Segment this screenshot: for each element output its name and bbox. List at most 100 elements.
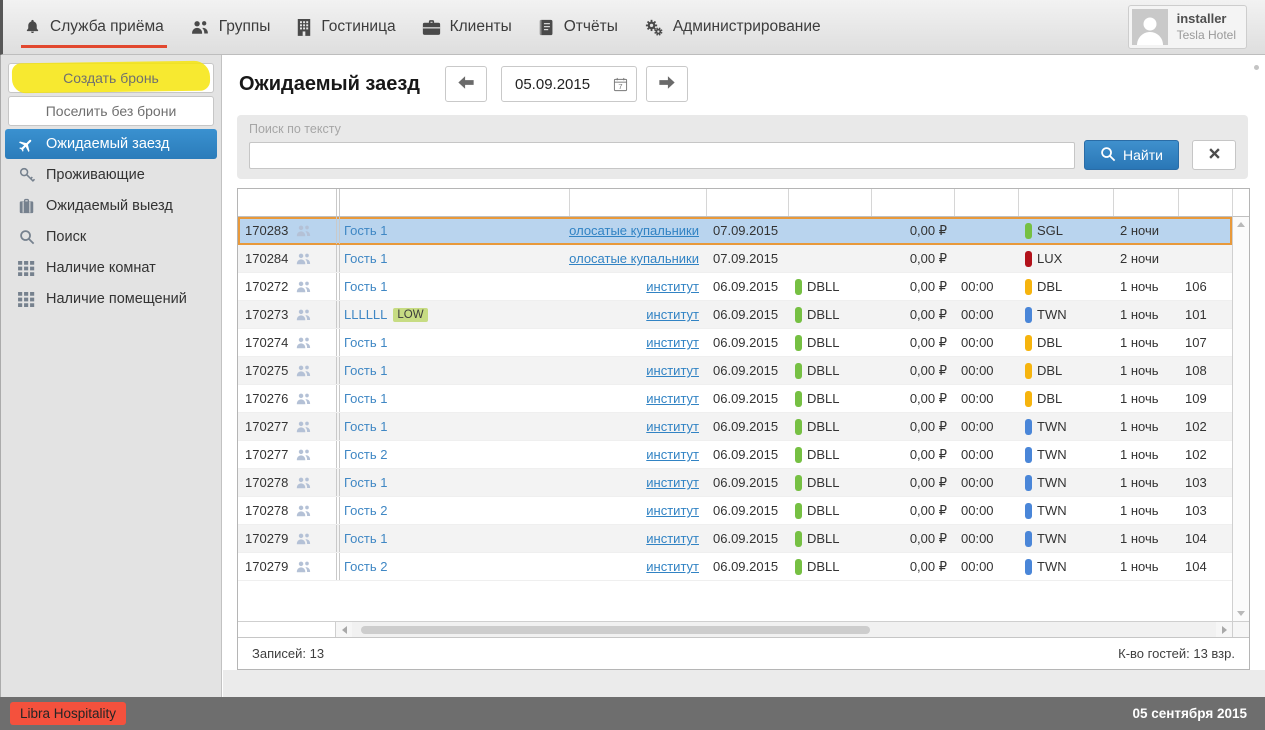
room-type-color-pill [1025, 559, 1032, 575]
close-icon [1208, 147, 1221, 163]
column-header[interactable] [1178, 189, 1232, 216]
user-panel[interactable]: installer Tesla Hotel [1128, 5, 1247, 49]
topnav-item[interactable]: Группы [177, 0, 284, 54]
scroll-left-button[interactable] [336, 622, 352, 637]
horizontal-scrollbar-thumb[interactable] [361, 626, 871, 634]
table-row[interactable]: 170278 Гость 2 институт 06.09.2015 [238, 497, 1232, 525]
table-status-bar: Записей: 13 К-во гостей: 13 взр. [238, 637, 1249, 669]
sidebar-item[interactable]: Наличие комнат [5, 253, 217, 283]
date-field[interactable]: 05.09.2015 7 [501, 66, 637, 102]
arrival-time: 00:00 [954, 357, 1018, 384]
topnav-item[interactable]: Администрирование [631, 0, 834, 54]
departure-date: 07.09.2015 [706, 245, 788, 272]
table-row[interactable]: 170273 LLLLLL LOW институт 06.09.2015 [238, 301, 1232, 329]
room-type-color-pill [1025, 279, 1032, 295]
group-link[interactable]: Полосатые купальники [569, 223, 699, 238]
avatar [1132, 9, 1168, 45]
column-header[interactable] [1113, 189, 1178, 216]
column-header[interactable] [706, 189, 788, 216]
guest-name[interactable]: Гость 1 [344, 279, 387, 294]
topnav-item[interactable]: Служба приёма [11, 0, 177, 54]
column-header[interactable] [954, 189, 1018, 216]
group-link[interactable]: институт [646, 307, 699, 322]
column-header[interactable] [1018, 189, 1113, 216]
page-scroll-up-icon[interactable] [1254, 65, 1259, 70]
guest-name[interactable]: Гость 1 [344, 251, 387, 266]
sidebar-item[interactable]: Ожидаемый выезд [5, 191, 217, 221]
balance: 0,00 ₽ [871, 273, 954, 300]
guest-name[interactable]: Гость 1 [344, 391, 387, 406]
plane-icon [17, 136, 36, 153]
table-row[interactable]: 170279 Гость 2 институт 06.09.2015 [238, 553, 1232, 581]
table-row[interactable]: 170283 Гость 1 Полосатые купальники 07.0… [238, 217, 1232, 245]
sidebar-item[interactable]: Ожидаемый заезд [5, 129, 217, 159]
departure-date: 06.09.2015 [706, 497, 788, 524]
topnav-item[interactable]: Отчёты [525, 0, 631, 54]
horizontal-scrollbar-track[interactable] [352, 622, 1216, 637]
guest-name[interactable]: LLLLLL [344, 307, 387, 322]
next-day-button[interactable] [646, 66, 688, 102]
group-link[interactable]: институт [646, 447, 699, 462]
topnav-item[interactable]: Клиенты [409, 0, 525, 54]
column-header[interactable] [871, 189, 954, 216]
sidebar-item[interactable]: Проживающие [5, 160, 217, 190]
scroll-up-icon[interactable] [1237, 222, 1245, 227]
guest-name[interactable]: Гость 2 [344, 503, 387, 518]
main-nav: Служба приёма Группы Гостиница Клиенты О… [3, 0, 834, 54]
guest-name[interactable]: Гость 1 [344, 419, 387, 434]
scroll-right-button[interactable] [1216, 622, 1232, 637]
group-people-icon [295, 252, 312, 266]
grid-icon [17, 292, 36, 307]
clear-search-button[interactable] [1192, 140, 1236, 170]
group-link[interactable]: институт [646, 559, 699, 574]
prev-day-button[interactable] [445, 66, 487, 102]
topnav-item[interactable]: Гостиница [283, 0, 408, 54]
search-input[interactable] [249, 142, 1075, 169]
column-header[interactable] [569, 189, 706, 216]
calendar-icon[interactable]: 7 [613, 77, 628, 92]
briefcase-icon [422, 19, 441, 36]
sidebar-item[interactable]: Поиск [5, 222, 217, 252]
user-name: installer [1177, 11, 1236, 28]
table-row[interactable]: 170277 Гость 2 институт 06.09.2015 [238, 441, 1232, 469]
column-header[interactable] [238, 189, 336, 216]
find-button[interactable]: Найти [1084, 140, 1179, 170]
table-row[interactable]: 170276 Гость 1 институт 06.09.2015 [238, 385, 1232, 413]
scroll-down-icon[interactable] [1237, 611, 1245, 616]
table-row[interactable]: 170277 Гость 1 институт 06.09.2015 [238, 413, 1232, 441]
column-header[interactable] [336, 189, 569, 216]
vertical-scrollbar[interactable] [1232, 217, 1249, 621]
table-row[interactable]: 170275 Гость 1 институт 06.09.2015 [238, 357, 1232, 385]
group-link[interactable]: институт [646, 335, 699, 350]
booking-number: 170273 [245, 307, 288, 322]
room-number [1178, 245, 1232, 272]
table-row[interactable]: 170274 Гость 1 институт 06.09.2015 [238, 329, 1232, 357]
guest-name[interactable]: Гость 1 [344, 531, 387, 546]
group-link[interactable]: институт [646, 363, 699, 378]
arrow-right-icon [658, 75, 676, 93]
group-link[interactable]: институт [646, 391, 699, 406]
guest-name[interactable]: Гость 2 [344, 447, 387, 462]
guest-name[interactable]: Гость 2 [344, 559, 387, 574]
room-type-color-pill [1025, 251, 1032, 267]
table-row[interactable]: 170272 Гость 1 институт 06.09.2015 [238, 273, 1232, 301]
guest-name[interactable]: Гость 1 [344, 223, 387, 238]
group-link[interactable]: институт [646, 503, 699, 518]
guest-name[interactable]: Гость 1 [344, 475, 387, 490]
column-header[interactable] [788, 189, 871, 216]
sidebar-item[interactable]: Наличие помещений [5, 284, 217, 314]
sidebar-action-button[interactable]: Создать бронь [8, 63, 214, 93]
group-link[interactable]: институт [646, 279, 699, 294]
guarantee-color-pill [795, 559, 802, 575]
group-link[interactable]: институт [646, 475, 699, 490]
group-link[interactable]: институт [646, 419, 699, 434]
table-row[interactable]: 170278 Гость 1 институт 06.09.2015 [238, 469, 1232, 497]
group-link[interactable]: Полосатые купальники [569, 251, 699, 266]
table-row[interactable]: 170279 Гость 1 институт 06.09.2015 [238, 525, 1232, 553]
sidebar-action-button[interactable]: Поселить без брони [8, 96, 214, 126]
table-row[interactable]: 170284 Гость 1 Полосатые купальники 07.0… [238, 245, 1232, 273]
guest-name[interactable]: Гость 1 [344, 363, 387, 378]
guest-name[interactable]: Гость 1 [344, 335, 387, 350]
group-link[interactable]: институт [646, 531, 699, 546]
arrivals-table: 170283 Гость 1 Полосатые купальники 07.0… [237, 188, 1250, 670]
